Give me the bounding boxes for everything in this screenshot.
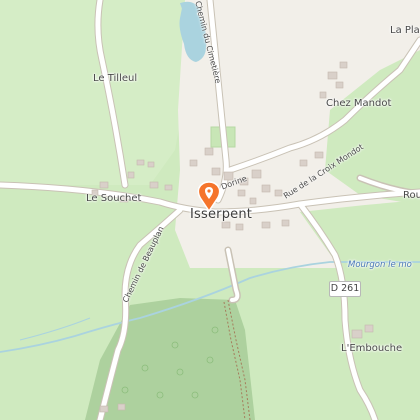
place-la-plan: La Plan	[390, 25, 420, 36]
map-view[interactable]: Le Tilleul Le Souchet Chez Mandot La Pla…	[0, 0, 420, 420]
place-chez-mandot: Chez Mandot	[326, 98, 392, 109]
place-le-tilleul: Le Tilleul	[93, 73, 138, 84]
river-mourgon: Mourgon le mo	[348, 260, 412, 270]
place-le-souchet: Le Souchet	[86, 193, 142, 204]
street-rou: Rou	[403, 190, 420, 201]
road-number-badge: D 261	[329, 281, 361, 297]
map-pin-icon[interactable]	[197, 181, 221, 213]
place-lembouche: L'Embouche	[341, 343, 403, 354]
